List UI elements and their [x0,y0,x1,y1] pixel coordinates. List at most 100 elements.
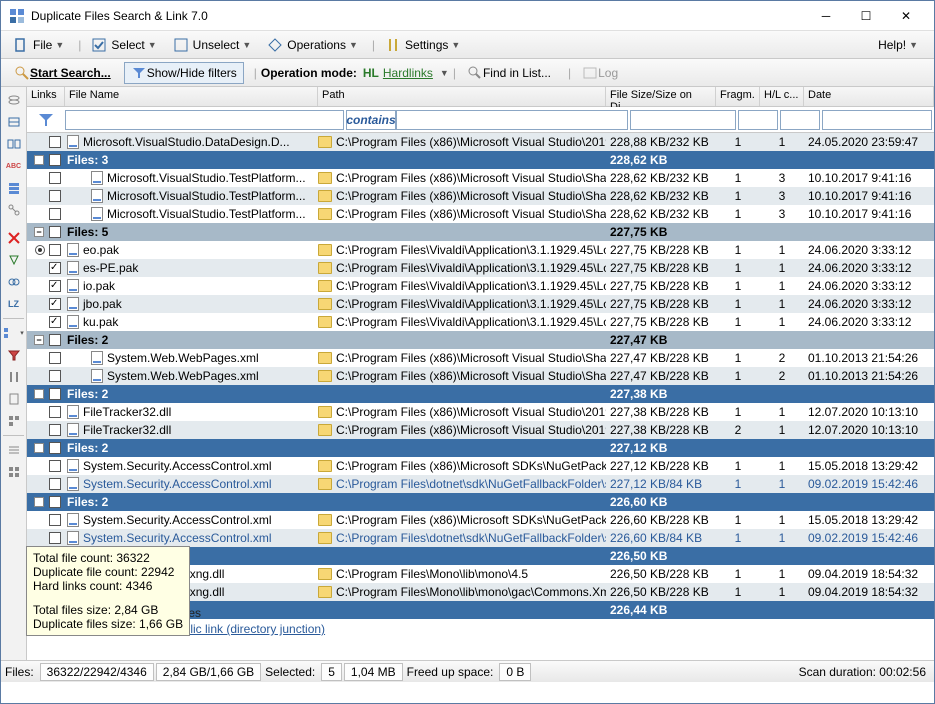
side-tool-6[interactable] [2,200,26,220]
side-recycle[interactable] [2,250,26,270]
file-row[interactable]: jbo.pakC:\Program Files\Vivaldi\Applicat… [27,295,934,313]
filter-fragm[interactable] [738,110,778,130]
file-checkbox[interactable] [49,532,61,544]
start-search-button[interactable]: Start Search... [7,62,118,84]
minimize-button[interactable]: ─ [806,1,846,31]
file-row[interactable]: System.Security.AccessControl.xmlC:\Prog… [27,457,934,475]
file-checkbox[interactable] [49,298,61,310]
group-row[interactable]: −Files: 2226,60 KB [27,493,934,511]
col-hlc[interactable]: H/L c... [760,87,804,106]
file-row[interactable]: System.Security.AccessControl.xmlC:\Prog… [27,529,934,547]
file-checkbox[interactable] [49,262,61,274]
file-checkbox[interactable] [49,370,61,382]
group-row[interactable]: −Files: 3228,62 KB [27,151,934,169]
file-checkbox[interactable] [49,244,61,256]
collapse-icon[interactable]: − [34,443,44,453]
filter-filename[interactable] [65,110,344,130]
side-lz[interactable]: LZ [2,294,26,314]
group-checkbox[interactable] [49,154,61,166]
file-checkbox[interactable] [49,316,61,328]
maximize-button[interactable]: ☐ [846,1,886,31]
file-row[interactable]: eo.pakC:\Program Files\Vivaldi\Applicati… [27,241,934,259]
menu-unselect[interactable]: Unselect▼ [167,35,258,55]
file-checkbox[interactable] [49,190,61,202]
file-row[interactable]: Microsoft.VisualStudio.DataDesign.D...C:… [27,133,934,151]
file-checkbox[interactable] [49,460,61,472]
show-hide-filters-button[interactable]: Show/Hide filters [124,62,244,84]
file-row[interactable]: System.Web.WebPages.xmlC:\Program Files … [27,349,934,367]
side-blocks[interactable]: ▾ [2,323,26,343]
radio[interactable] [35,245,45,255]
file-row[interactable]: io.pakC:\Program Files\Vivaldi\Applicati… [27,277,934,295]
find-in-list-button[interactable]: Find in List... [460,62,558,84]
filter-size[interactable] [630,110,736,130]
file-row[interactable]: System.Security.AccessControl.xmlC:\Prog… [27,511,934,529]
group-checkbox[interactable] [49,388,61,400]
collapse-icon[interactable]: − [34,497,44,507]
side-tool-8[interactable] [2,367,26,387]
filter-date[interactable] [822,110,932,130]
collapse-icon[interactable]: − [34,335,44,345]
file-checkbox[interactable] [49,208,61,220]
col-size[interactable]: File Size/Size on Di... [606,87,716,106]
file-row[interactable]: FileTracker32.dllC:\Program Files (x86)\… [27,403,934,421]
side-tool-12[interactable] [2,462,26,482]
funnel-icon[interactable] [37,111,55,129]
collapse-icon[interactable]: − [34,227,44,237]
file-row[interactable]: System.Security.AccessControl.xmlC:\Prog… [27,475,934,493]
file-checkbox[interactable] [49,172,61,184]
menu-select[interactable]: Select▼ [85,35,162,55]
folder-icon [318,244,332,256]
group-checkbox[interactable] [49,442,61,454]
col-date[interactable]: Date [804,87,934,106]
file-checkbox[interactable] [49,406,61,418]
file-checkbox[interactable] [49,514,61,526]
bottom-link-2[interactable]: mbolic link (directory junction) [167,622,325,636]
filter-hlc[interactable] [780,110,820,130]
collapse-icon[interactable]: − [34,155,44,165]
file-row[interactable]: FileTracker32.dllC:\Program Files (x86)\… [27,421,934,439]
file-row[interactable]: Microsoft.VisualStudio.TestPlatform...C:… [27,205,934,223]
side-tool-10[interactable] [2,411,26,431]
menu-settings[interactable]: Settings▼ [379,35,466,55]
group-row[interactable]: −Files: 2227,38 KB [27,385,934,403]
side-link[interactable] [2,272,26,292]
group-row[interactable]: −Files: 2227,12 KB [27,439,934,457]
side-tool-2[interactable] [2,112,26,132]
file-checkbox[interactable] [49,136,61,148]
file-row[interactable]: ku.pakC:\Program Files\Vivaldi\Applicati… [27,313,934,331]
side-tool-1[interactable] [2,90,26,110]
col-filename[interactable]: File Name [65,87,318,106]
group-row[interactable]: −Files: 5227,75 KB [27,223,934,241]
col-path[interactable]: Path [318,87,606,106]
menu-file[interactable]: File▼ [7,35,70,55]
side-delete[interactable] [2,228,26,248]
hardlinks-link[interactable]: Hardlinks [383,66,433,80]
side-tool-7[interactable] [2,345,26,365]
col-fragm[interactable]: Fragm. [716,87,760,106]
group-row[interactable]: −Files: 2227,47 KB [27,331,934,349]
menu-help[interactable]: Help!▼ [872,36,924,54]
group-checkbox[interactable] [49,334,61,346]
side-tool-3[interactable] [2,134,26,154]
file-checkbox[interactable] [49,352,61,364]
group-checkbox[interactable] [49,226,61,238]
close-button[interactable]: ✕ [886,1,926,31]
collapse-icon[interactable]: − [34,389,44,399]
menu-operations[interactable]: Operations▼ [261,35,364,55]
filter-path[interactable] [396,110,628,130]
file-checkbox[interactable] [49,424,61,436]
file-row[interactable]: Microsoft.VisualStudio.TestPlatform...C:… [27,187,934,205]
side-tool-5[interactable] [2,178,26,198]
side-tool-9[interactable] [2,389,26,409]
file-checkbox[interactable] [49,280,61,292]
side-tool-11[interactable] [2,440,26,460]
file-row[interactable]: Microsoft.VisualStudio.TestPlatform...C:… [27,169,934,187]
col-links[interactable]: Links [27,87,65,106]
log-button[interactable]: Log [575,62,625,84]
file-checkbox[interactable] [49,478,61,490]
file-row[interactable]: System.Web.WebPages.xmlC:\Program Files … [27,367,934,385]
side-tool-4[interactable]: ABC [2,156,26,176]
file-row[interactable]: es-PE.pakC:\Program Files\Vivaldi\Applic… [27,259,934,277]
group-checkbox[interactable] [49,496,61,508]
